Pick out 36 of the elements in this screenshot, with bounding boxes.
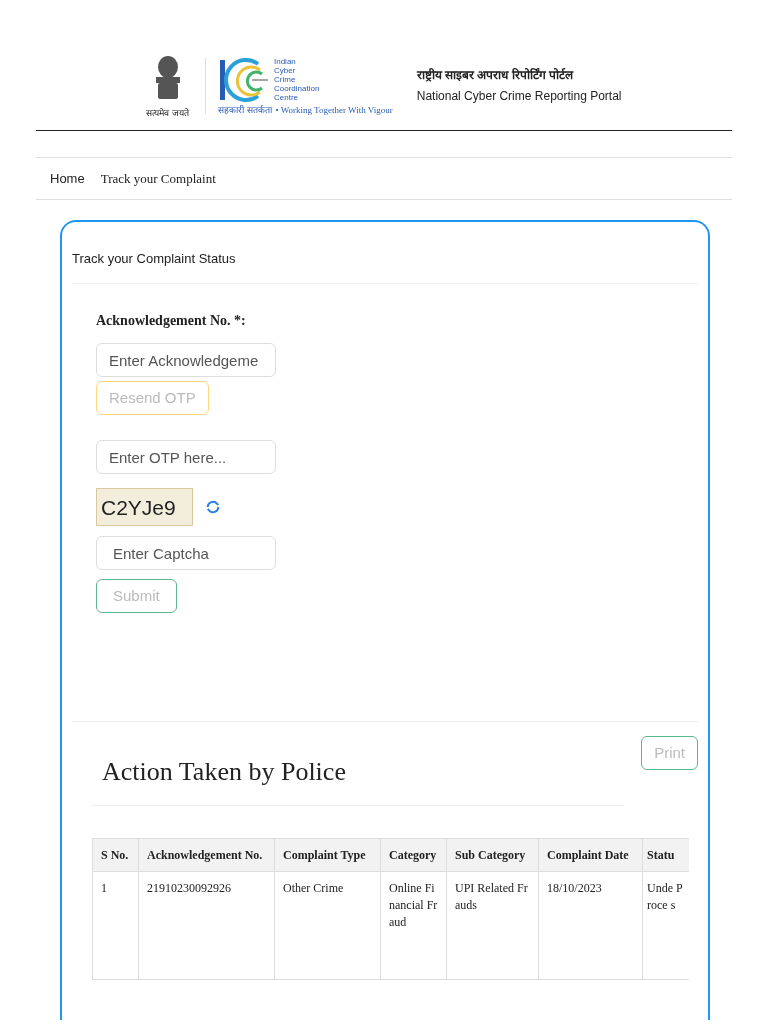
table-cell: UPI Related Frauds [446, 871, 539, 980]
input-field[interactable]: Enter OTP here... [96, 440, 276, 474]
submit-button[interactable]: Submit [96, 579, 177, 613]
column-header: Acknowledgement No. [138, 838, 275, 872]
logo-text: Coordination [274, 83, 320, 93]
resend-otp-button[interactable]: Resend OTP [96, 381, 209, 415]
column-header: Complaint Date [538, 838, 643, 872]
section-title: Action Taken by Police [102, 757, 346, 786]
logo-text: Indian [274, 56, 297, 66]
logo-tagline: • Working Together With Vigour [275, 104, 393, 118]
column-header: Sub Category [446, 838, 539, 872]
portal-title: National Cyber Crime Reporting Portal [416, 89, 622, 104]
captcha-text: C2YJe9 [101, 496, 176, 518]
input-field[interactable]: Enter Captcha [96, 536, 276, 570]
card-title: Track your Complaint Status [72, 249, 236, 268]
logo-text: Crime [274, 74, 297, 84]
column-header: Complaint Type [274, 838, 381, 872]
table-cell: 21910230092926 [138, 871, 275, 980]
logo-tagline-hindi: सहकारी सतर्कता [218, 104, 272, 118]
table-cell: 18/10/2023 [538, 871, 643, 980]
emblem-motto: सत्यमेव जयते [146, 108, 189, 118]
table-cell: 1 [92, 871, 139, 980]
logo-text: Centre [274, 92, 299, 102]
refresh-icon[interactable] [205, 499, 221, 515]
table-cell: Online Financial Fraud [380, 871, 447, 980]
column-header: Statu [642, 838, 689, 872]
breadcrumb-link[interactable]: Track your Complaint [100, 168, 216, 189]
column-header: Category [380, 838, 447, 872]
print-button[interactable]: Print [641, 736, 698, 770]
field-label: Acknowledgement No. *: [96, 312, 246, 330]
logo-text: Cyber [274, 65, 297, 75]
breadcrumb-link[interactable]: Home [50, 168, 85, 189]
table-cell: Other Crime [274, 871, 381, 980]
input-field[interactable]: Enter Acknowledgeme [96, 343, 276, 377]
column-header: S No. [92, 838, 139, 872]
portal-title-hindi: राष्ट्रीय साइबर अपराध रिपोर्टिंग पोर्टल [416, 68, 575, 83]
